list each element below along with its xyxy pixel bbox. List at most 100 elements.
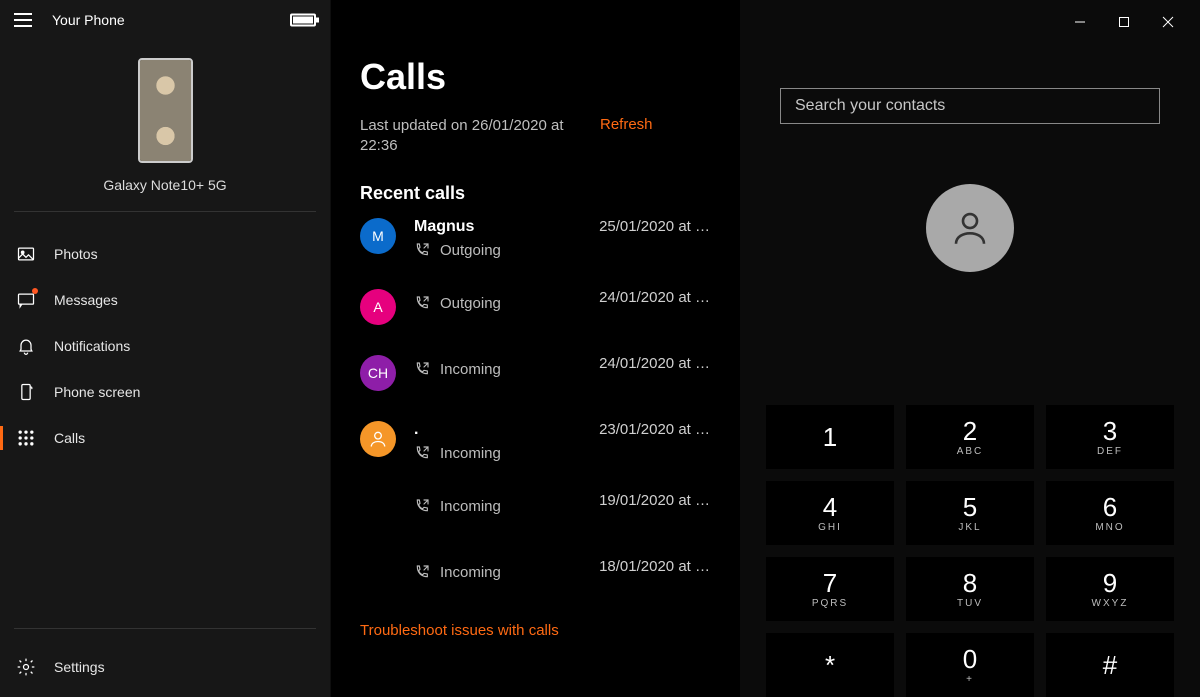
call-direction: Outgoing [414, 242, 599, 259]
divider [14, 211, 316, 212]
call-info: Incoming [414, 492, 599, 515]
refresh-link[interactable]: Refresh [600, 116, 653, 157]
dialpad-digit: 6 [1103, 494, 1117, 520]
call-direction: Incoming [414, 445, 599, 462]
recent-calls-header: Recent calls [360, 183, 710, 204]
dialpad-letters: DEF [1097, 446, 1123, 457]
window-close-icon[interactable] [1146, 8, 1190, 36]
photos-icon [16, 244, 36, 264]
sidebar-item-label: Messages [54, 292, 118, 308]
sidebar-item-calls[interactable]: Calls [0, 418, 330, 458]
dialpad-letters: ABC [957, 446, 984, 457]
dialpad-digit: 0 [963, 646, 977, 672]
search-input[interactable]: Search your contacts [780, 88, 1160, 124]
dialpad-key-9[interactable]: 9 WXYZ [1046, 557, 1174, 621]
call-list-item[interactable]: A Outgoing 24/01/2020 at … [360, 289, 710, 325]
call-direction: Incoming [414, 361, 599, 378]
dialpad-digit: 2 [963, 418, 977, 444]
call-avatar: M [360, 218, 396, 254]
dialpad-key-1[interactable]: 1 [766, 405, 894, 469]
sidebar-item-phone-screen[interactable]: Phone screen [0, 372, 330, 412]
call-direction-label: Outgoing [440, 242, 501, 259]
dialpad-key-7[interactable]: 7 PQRS [766, 557, 894, 621]
dialpad-key-*[interactable]: * [766, 633, 894, 697]
call-direction: Incoming [414, 564, 599, 581]
calls-panel: Calls Last updated on 26/01/2020 at 22:3… [330, 0, 740, 697]
dialer-panel: Search your contacts 1 2 ABC 3DEF 4GHI5JKL 6 M… [740, 0, 1200, 697]
last-updated-text: Last updated on 26/01/2020 at 22:36 [360, 116, 580, 157]
troubleshoot-link[interactable]: Troubleshoot issues with calls [360, 622, 710, 639]
call-list-item[interactable]: . Incoming 23/01/2020 at … [360, 421, 710, 462]
call-info: . Incoming [414, 421, 599, 462]
dialpad-digit: 8 [963, 570, 977, 596]
last-updated-row: Last updated on 26/01/2020 at 22:36 Refr… [360, 116, 710, 157]
call-contact-name: . [414, 421, 599, 439]
call-direction-label: Incoming [440, 564, 501, 581]
phone-screen-icon [16, 382, 36, 402]
window-controls [1058, 8, 1190, 36]
window-maximize-icon[interactable] [1102, 8, 1146, 36]
call-direction-label: Incoming [440, 361, 501, 378]
sidebar-item-label: Phone screen [54, 384, 140, 400]
outgoing-call-icon [414, 295, 430, 311]
call-avatar [360, 558, 396, 594]
device-preview: Galaxy Note10+ 5G [0, 58, 330, 193]
dialpad-key-2[interactable]: 2 ABC [906, 405, 1034, 469]
sidebar-item-messages[interactable]: Messages [0, 280, 330, 320]
dialpad-letters: MNO [1095, 522, 1124, 533]
call-timestamp: 18/01/2020 at … [599, 558, 710, 575]
call-avatar: A [360, 289, 396, 325]
window-minimize-icon[interactable] [1058, 8, 1102, 36]
call-list-item[interactable]: Incoming 18/01/2020 at … [360, 558, 710, 594]
incoming-call-icon [414, 498, 430, 514]
call-info: Outgoing [414, 289, 599, 312]
sidebar-item-photos[interactable]: Photos [0, 234, 330, 274]
dialpad-digit: # [1103, 652, 1117, 678]
dialpad-key-0[interactable]: 0+ [906, 633, 1034, 697]
badge-dot [32, 288, 38, 294]
dialpad-key-8[interactable]: 8TUV [906, 557, 1034, 621]
call-direction-label: Incoming [440, 445, 501, 462]
call-avatar [360, 421, 396, 457]
device-thumbnail [138, 58, 193, 163]
contact-avatar-icon [926, 184, 1014, 272]
dialpad-key-4[interactable]: 4GHI [766, 481, 894, 545]
call-avatar [360, 492, 396, 528]
sidebar-item-label: Photos [54, 246, 98, 262]
notifications-icon [16, 336, 36, 356]
sidebar-topbar: Your Phone [0, 0, 330, 40]
page-title: Calls [360, 56, 710, 98]
call-timestamp: 25/01/2020 at … [599, 218, 710, 235]
dialpad-letters: PQRS [812, 598, 848, 609]
call-avatar: CH [360, 355, 396, 391]
app-root: Your Phone Galaxy Note10+ 5G Photos Mess… [0, 0, 1200, 697]
sidebar-nav: Photos Messages Notifications Phone [0, 230, 330, 462]
call-direction-label: Incoming [440, 498, 501, 515]
dialpad-letters: WXYZ [1092, 598, 1129, 609]
dialpad-digit: 7 [823, 570, 837, 596]
dialpad-key-#[interactable]: # [1046, 633, 1174, 697]
dialpad-key-5[interactable]: 5JKL [906, 481, 1034, 545]
call-list-item[interactable]: MMagnusOutgoing25/01/2020 at … [360, 218, 710, 259]
dialpad-key-3[interactable]: 3DEF [1046, 405, 1174, 469]
call-timestamp: 19/01/2020 at … [599, 492, 710, 509]
calls-icon [16, 428, 36, 448]
battery-full-icon [290, 14, 316, 27]
dialpad-key-6[interactable]: 6 MNO [1046, 481, 1174, 545]
recent-calls-list: MMagnusOutgoing25/01/2020 at …AOutgoing2… [360, 218, 710, 594]
call-timestamp: 24/01/2020 at … [599, 289, 710, 306]
call-direction-label: Outgoing [440, 295, 501, 312]
sidebar-item-notifications[interactable]: Notifications [0, 326, 330, 366]
call-list-item[interactable]: CHIncoming24/01/2020 at … [360, 355, 710, 391]
dial-pad: 1 2 ABC 3DEF 4GHI5JKL 6 MNO 7 PQRS 8TUV 9 WXYZ * 0+ # [740, 405, 1200, 697]
menu-icon[interactable] [14, 13, 32, 27]
dialpad-digit: * [825, 652, 835, 678]
sidebar-item-settings[interactable]: Settings [0, 647, 330, 687]
call-list-item[interactable]: Incoming 19/01/2020 at … [360, 492, 710, 528]
call-timestamp: 23/01/2020 at … [599, 421, 710, 438]
sidebar-item-label: Calls [54, 430, 85, 446]
device-name: Galaxy Note10+ 5G [103, 177, 226, 193]
dialpad-digit: 9 [1103, 570, 1117, 596]
search-placeholder: Search your contacts [795, 97, 945, 115]
sidebar-item-label: Settings [54, 659, 105, 675]
